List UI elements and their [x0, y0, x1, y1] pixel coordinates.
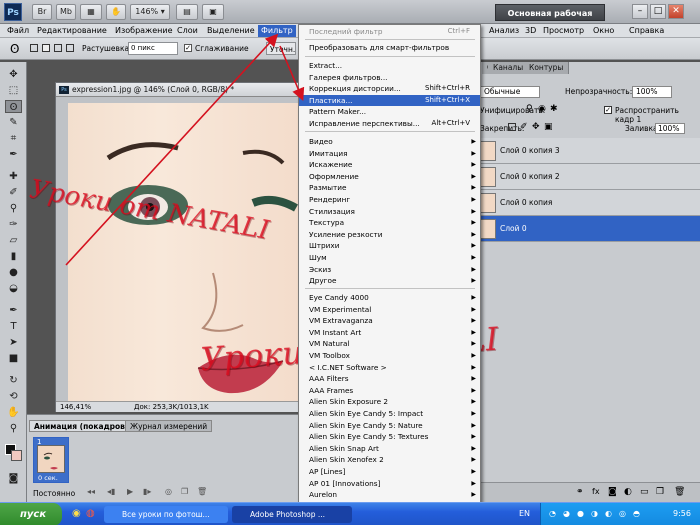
annotation-arrows	[65, 33, 305, 266]
tray-icon[interactable]: ◓	[633, 509, 640, 518]
tray-icon[interactable]: ◐	[605, 509, 612, 518]
windows-taskbar: пуск ◉ ◍ Все уроки по фотош... Adobe Pho…	[0, 502, 700, 525]
quicklaunch-icon[interactable]: ◉	[72, 508, 81, 519]
language-indicator[interactable]: EN	[519, 509, 530, 518]
arrow-to-liquify	[279, 45, 305, 101]
tray-icon[interactable]: ◎	[619, 509, 626, 518]
task-browser-window[interactable]: Все уроки по фотош...	[104, 506, 228, 523]
tray-icon[interactable]: ●	[577, 509, 584, 518]
photoshop-window: Ps Br Mb ▦ ✋ 146% ▾ ▤ ▣ Основная рабочая…	[0, 0, 700, 525]
tray-icon[interactable]: ◕	[563, 509, 570, 518]
arrow-to-filter-menu	[65, 33, 279, 266]
start-button[interactable]: пуск	[0, 503, 62, 525]
task-photoshop-window[interactable]: Adobe Photoshop ...	[232, 506, 352, 523]
tray-icon[interactable]: ◑	[591, 509, 598, 518]
system-tray: EN ◔ ◕ ● ◑ ◐ ◎ ◓ 9:56	[519, 503, 700, 525]
task-label: Adobe Photoshop ...	[250, 510, 326, 519]
start-label: пуск	[20, 509, 47, 520]
browser-icon[interactable]: ◍	[86, 508, 95, 519]
task-label: Все уроки по фотош...	[122, 510, 210, 519]
clock[interactable]: 9:56	[673, 509, 691, 518]
tray-icon[interactable]: ◔	[549, 509, 556, 518]
